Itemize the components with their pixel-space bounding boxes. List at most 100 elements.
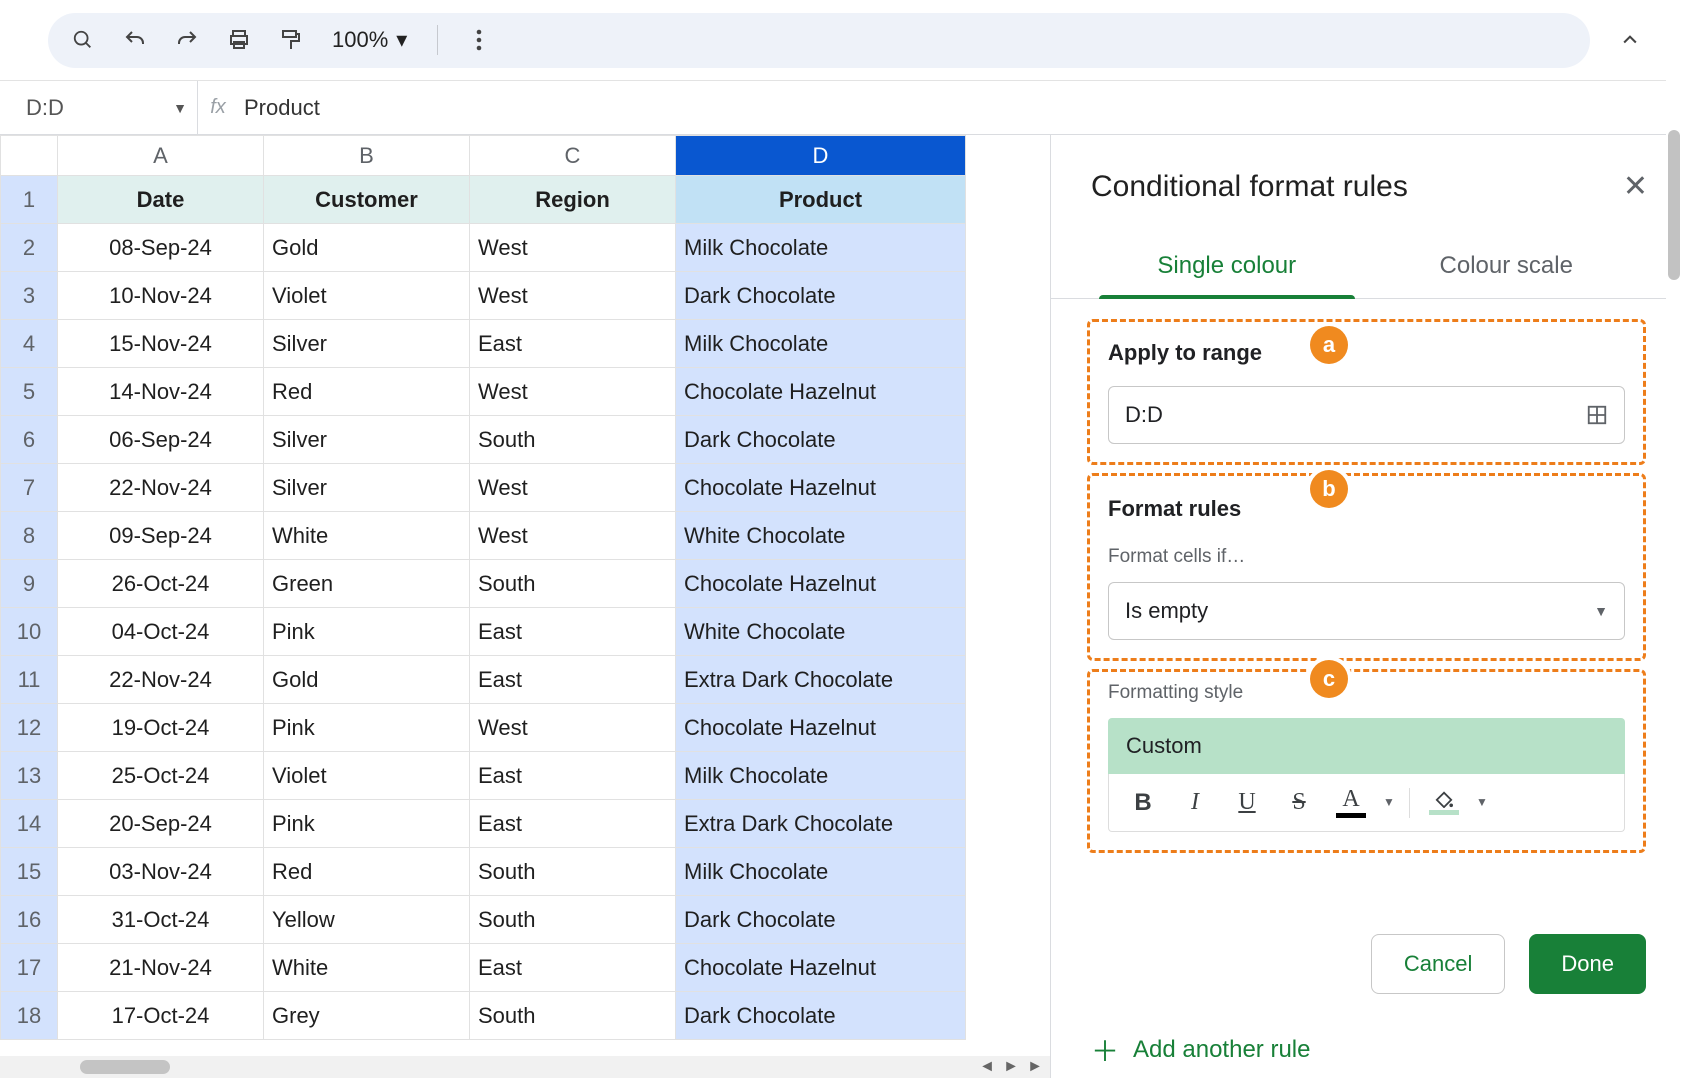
cell[interactable]: 22-Nov-24 — [58, 656, 264, 704]
cell[interactable]: Extra Dark Chocolate — [676, 800, 966, 848]
row-header[interactable]: 6 — [1, 416, 58, 464]
cell[interactable]: 19-Oct-24 — [58, 704, 264, 752]
cell[interactable]: 21-Nov-24 — [58, 944, 264, 992]
cell[interactable]: Pink — [264, 800, 470, 848]
cancel-button[interactable]: Cancel — [1371, 934, 1505, 994]
cell[interactable]: Milk Chocolate — [676, 752, 966, 800]
table-header-cell[interactable]: Customer — [264, 176, 470, 224]
cell[interactable]: Chocolate Hazelnut — [676, 368, 966, 416]
spreadsheet[interactable]: ABCD1DateCustomerRegionProduct208-Sep-24… — [0, 135, 1050, 1078]
cell[interactable]: East — [470, 608, 676, 656]
text-color-button[interactable]: A — [1327, 781, 1375, 825]
cell[interactable]: Chocolate Hazelnut — [676, 944, 966, 992]
row-header[interactable]: 12 — [1, 704, 58, 752]
table-header-cell[interactable]: Date — [58, 176, 264, 224]
collapse-toolbar-icon[interactable] — [1606, 16, 1654, 64]
cell[interactable]: Gold — [264, 224, 470, 272]
vertical-scrollbar[interactable] — [1666, 0, 1682, 1078]
cell[interactable]: 31-Oct-24 — [58, 896, 264, 944]
cell[interactable]: Red — [264, 368, 470, 416]
underline-button[interactable]: U — [1223, 781, 1271, 825]
cell[interactable]: 20-Sep-24 — [58, 800, 264, 848]
horizontal-scrollbar[interactable]: ◄ ► ► — [0, 1056, 1050, 1078]
cell[interactable]: Pink — [264, 704, 470, 752]
column-header[interactable]: D — [676, 136, 966, 176]
cell[interactable]: South — [470, 560, 676, 608]
row-header[interactable]: 14 — [1, 800, 58, 848]
row-header[interactable]: 18 — [1, 992, 58, 1040]
cell[interactable]: 15-Nov-24 — [58, 320, 264, 368]
cell[interactable]: Chocolate Hazelnut — [676, 464, 966, 512]
zoom-select[interactable]: 100% ▾ — [326, 27, 413, 53]
row-header[interactable]: 15 — [1, 848, 58, 896]
cell[interactable]: West — [470, 464, 676, 512]
chevron-down-icon[interactable]: ▼ — [1472, 781, 1492, 825]
table-header-cell[interactable]: Product — [676, 176, 966, 224]
cell[interactable]: Gold — [264, 656, 470, 704]
cell[interactable]: East — [470, 656, 676, 704]
cell[interactable]: 03-Nov-24 — [58, 848, 264, 896]
range-input[interactable]: D:D — [1108, 386, 1625, 444]
cell[interactable]: Extra Dark Chocolate — [676, 656, 966, 704]
cell[interactable]: East — [470, 800, 676, 848]
cell[interactable]: Red — [264, 848, 470, 896]
scrollbar-thumb[interactable] — [1668, 130, 1680, 280]
cell[interactable]: Silver — [264, 416, 470, 464]
table-header-cell[interactable]: Region — [470, 176, 676, 224]
row-header[interactable]: 9 — [1, 560, 58, 608]
cell[interactable]: South — [470, 896, 676, 944]
cell[interactable]: East — [470, 944, 676, 992]
cell[interactable]: Yellow — [264, 896, 470, 944]
fill-color-button[interactable] — [1420, 781, 1468, 825]
row-header[interactable]: 11 — [1, 656, 58, 704]
cell[interactable]: White — [264, 944, 470, 992]
bold-button[interactable]: B — [1119, 781, 1167, 825]
cell[interactable]: 25-Oct-24 — [58, 752, 264, 800]
row-header[interactable]: 8 — [1, 512, 58, 560]
select-range-icon[interactable] — [1586, 404, 1608, 426]
cell[interactable]: West — [470, 512, 676, 560]
row-header[interactable]: 7 — [1, 464, 58, 512]
row-header[interactable]: 5 — [1, 368, 58, 416]
redo-icon[interactable] — [170, 23, 204, 57]
search-icon[interactable] — [66, 23, 100, 57]
cell[interactable]: Grey — [264, 992, 470, 1040]
cell[interactable]: West — [470, 368, 676, 416]
cell[interactable]: White — [264, 512, 470, 560]
scrollbar-thumb[interactable] — [80, 1060, 170, 1074]
cell[interactable]: 26-Oct-24 — [58, 560, 264, 608]
strikethrough-button[interactable]: S — [1275, 781, 1323, 825]
tab-colour-scale[interactable]: Colour scale — [1367, 242, 1647, 298]
undo-icon[interactable] — [118, 23, 152, 57]
cell[interactable]: 08-Sep-24 — [58, 224, 264, 272]
row-header[interactable]: 13 — [1, 752, 58, 800]
cell[interactable]: Milk Chocolate — [676, 224, 966, 272]
scroll-right-icon[interactable]: ► — [1000, 1056, 1022, 1078]
cell[interactable]: South — [470, 992, 676, 1040]
cell[interactable]: Dark Chocolate — [676, 272, 966, 320]
row-header[interactable]: 4 — [1, 320, 58, 368]
close-icon[interactable]: ✕ — [1623, 169, 1648, 204]
cell[interactable]: 22-Nov-24 — [58, 464, 264, 512]
cell[interactable]: Chocolate Hazelnut — [676, 560, 966, 608]
cell[interactable]: 10-Nov-24 — [58, 272, 264, 320]
name-box[interactable]: D:D ▼ — [10, 81, 198, 134]
cell[interactable]: 17-Oct-24 — [58, 992, 264, 1040]
condition-select[interactable]: Is empty ▼ — [1108, 582, 1625, 640]
cell[interactable]: Milk Chocolate — [676, 320, 966, 368]
cell[interactable]: Silver — [264, 464, 470, 512]
row-header[interactable]: 3 — [1, 272, 58, 320]
scroll-right-icon[interactable]: ► — [1024, 1056, 1046, 1078]
cell[interactable]: 14-Nov-24 — [58, 368, 264, 416]
cell[interactable]: West — [470, 272, 676, 320]
cell[interactable]: Green — [264, 560, 470, 608]
chevron-down-icon[interactable]: ▼ — [1379, 781, 1399, 825]
column-header[interactable]: A — [58, 136, 264, 176]
cell[interactable]: Pink — [264, 608, 470, 656]
row-header[interactable]: 16 — [1, 896, 58, 944]
cell[interactable]: East — [470, 320, 676, 368]
paint-format-icon[interactable] — [274, 23, 308, 57]
cell[interactable]: Dark Chocolate — [676, 992, 966, 1040]
done-button[interactable]: Done — [1529, 934, 1646, 994]
row-header[interactable]: 10 — [1, 608, 58, 656]
